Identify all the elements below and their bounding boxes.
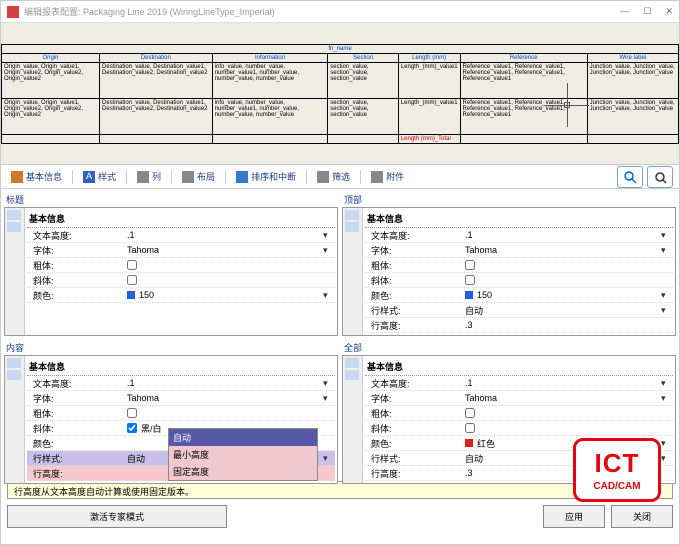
- font-field[interactable]: Tahoma: [127, 245, 323, 255]
- apply-button[interactable]: 应用: [543, 505, 605, 528]
- font-field[interactable]: Tahoma: [127, 393, 323, 403]
- toolbar: 基本信息 A样式 列 布局 排序和中断 筛选 附件: [1, 165, 679, 189]
- color-swatch: [127, 291, 135, 299]
- row-style-field[interactable]: 自动: [465, 304, 661, 317]
- row-style-dropdown[interactable]: 自动 最小高度 固定高度: [168, 428, 318, 481]
- panel-icon: [343, 356, 363, 483]
- color-field[interactable]: 红色: [477, 437, 495, 450]
- tab-column[interactable]: 列: [133, 168, 165, 185]
- row-height-field[interactable]: .3: [465, 320, 673, 330]
- panel-content: 内容 基本信息 文本高度:.1▾ 字体:Tahoma▾ 粗体: 斜体:黑/白 颜…: [4, 340, 338, 484]
- panel-icon: [5, 356, 25, 483]
- panel-icon: [5, 208, 25, 335]
- color-field[interactable]: 150: [477, 290, 492, 300]
- preview-area: fn_name OriginDestinationInformationSect…: [1, 23, 679, 165]
- text-height-field[interactable]: .1: [465, 230, 661, 240]
- close-dialog-button[interactable]: 关闭: [611, 505, 673, 528]
- bold-checkbox[interactable]: [465, 408, 475, 418]
- zoom-preview-button[interactable]: [617, 166, 643, 188]
- close-button[interactable]: ✕: [665, 6, 673, 17]
- zoom-button[interactable]: [647, 166, 673, 188]
- dropdown-option[interactable]: 自动: [169, 429, 317, 446]
- panel-top: 顶部 基本信息 文本高度:.1▾ 字体:Tahoma▾ 粗体: 斜体: 颜色:1…: [342, 192, 676, 336]
- panel-title: 标题 基本信息 文本高度:.1▾ 字体:Tahoma▾ 粗体: 斜体: 颜色:1…: [4, 192, 338, 336]
- titlebar: 编辑报表配置: Packaging Line 2019 (WiringLineT…: [1, 1, 679, 23]
- bold-checkbox[interactable]: [127, 408, 137, 418]
- window-title: 编辑报表配置: Packaging Line 2019 (WiringLineT…: [24, 5, 275, 18]
- minimize-button[interactable]: —: [620, 6, 629, 17]
- color-field[interactable]: 150: [139, 290, 154, 300]
- watermark-logo: ICT CAD/CAM: [573, 438, 661, 502]
- chevron-down-icon[interactable]: ▾: [323, 290, 335, 301]
- tab-attach[interactable]: 附件: [367, 168, 408, 185]
- italic-checkbox[interactable]: [127, 423, 137, 433]
- italic-checkbox[interactable]: [127, 275, 137, 285]
- panel-icon: [343, 208, 363, 335]
- chevron-down-icon[interactable]: ▾: [323, 245, 335, 256]
- text-height-field[interactable]: .1: [465, 378, 661, 388]
- footer: 激活专家模式 应用 关闭: [1, 501, 679, 532]
- maximize-button[interactable]: ☐: [643, 6, 651, 17]
- dropdown-option[interactable]: 固定高度: [169, 463, 317, 480]
- total-cell: Length (mm)_Total: [398, 134, 460, 143]
- font-field[interactable]: Tahoma: [465, 393, 661, 403]
- dropdown-option[interactable]: 最小高度: [169, 446, 317, 463]
- tab-style[interactable]: A样式: [79, 168, 120, 185]
- italic-checkbox[interactable]: [465, 423, 475, 433]
- bold-checkbox[interactable]: [127, 260, 137, 270]
- app-icon: [7, 6, 19, 18]
- tab-basic[interactable]: 基本信息: [7, 168, 66, 185]
- text-height-field[interactable]: .1: [127, 378, 323, 388]
- italic-checkbox[interactable]: [465, 275, 475, 285]
- tab-sort[interactable]: 排序和中断: [232, 168, 300, 185]
- crosshair-icon: [545, 83, 589, 127]
- quad-panels: 标题 基本信息 文本高度:.1▾ 字体:Tahoma▾ 粗体: 斜体: 颜色:1…: [1, 189, 679, 479]
- text-height-field[interactable]: .1: [127, 230, 323, 240]
- bold-checkbox[interactable]: [465, 260, 475, 270]
- tab-filter[interactable]: 筛选: [313, 168, 354, 185]
- tab-layout[interactable]: 布局: [178, 168, 219, 185]
- expert-mode-button[interactable]: 激活专家模式: [7, 505, 227, 528]
- chevron-down-icon[interactable]: ▾: [323, 230, 335, 241]
- font-field[interactable]: Tahoma: [465, 245, 661, 255]
